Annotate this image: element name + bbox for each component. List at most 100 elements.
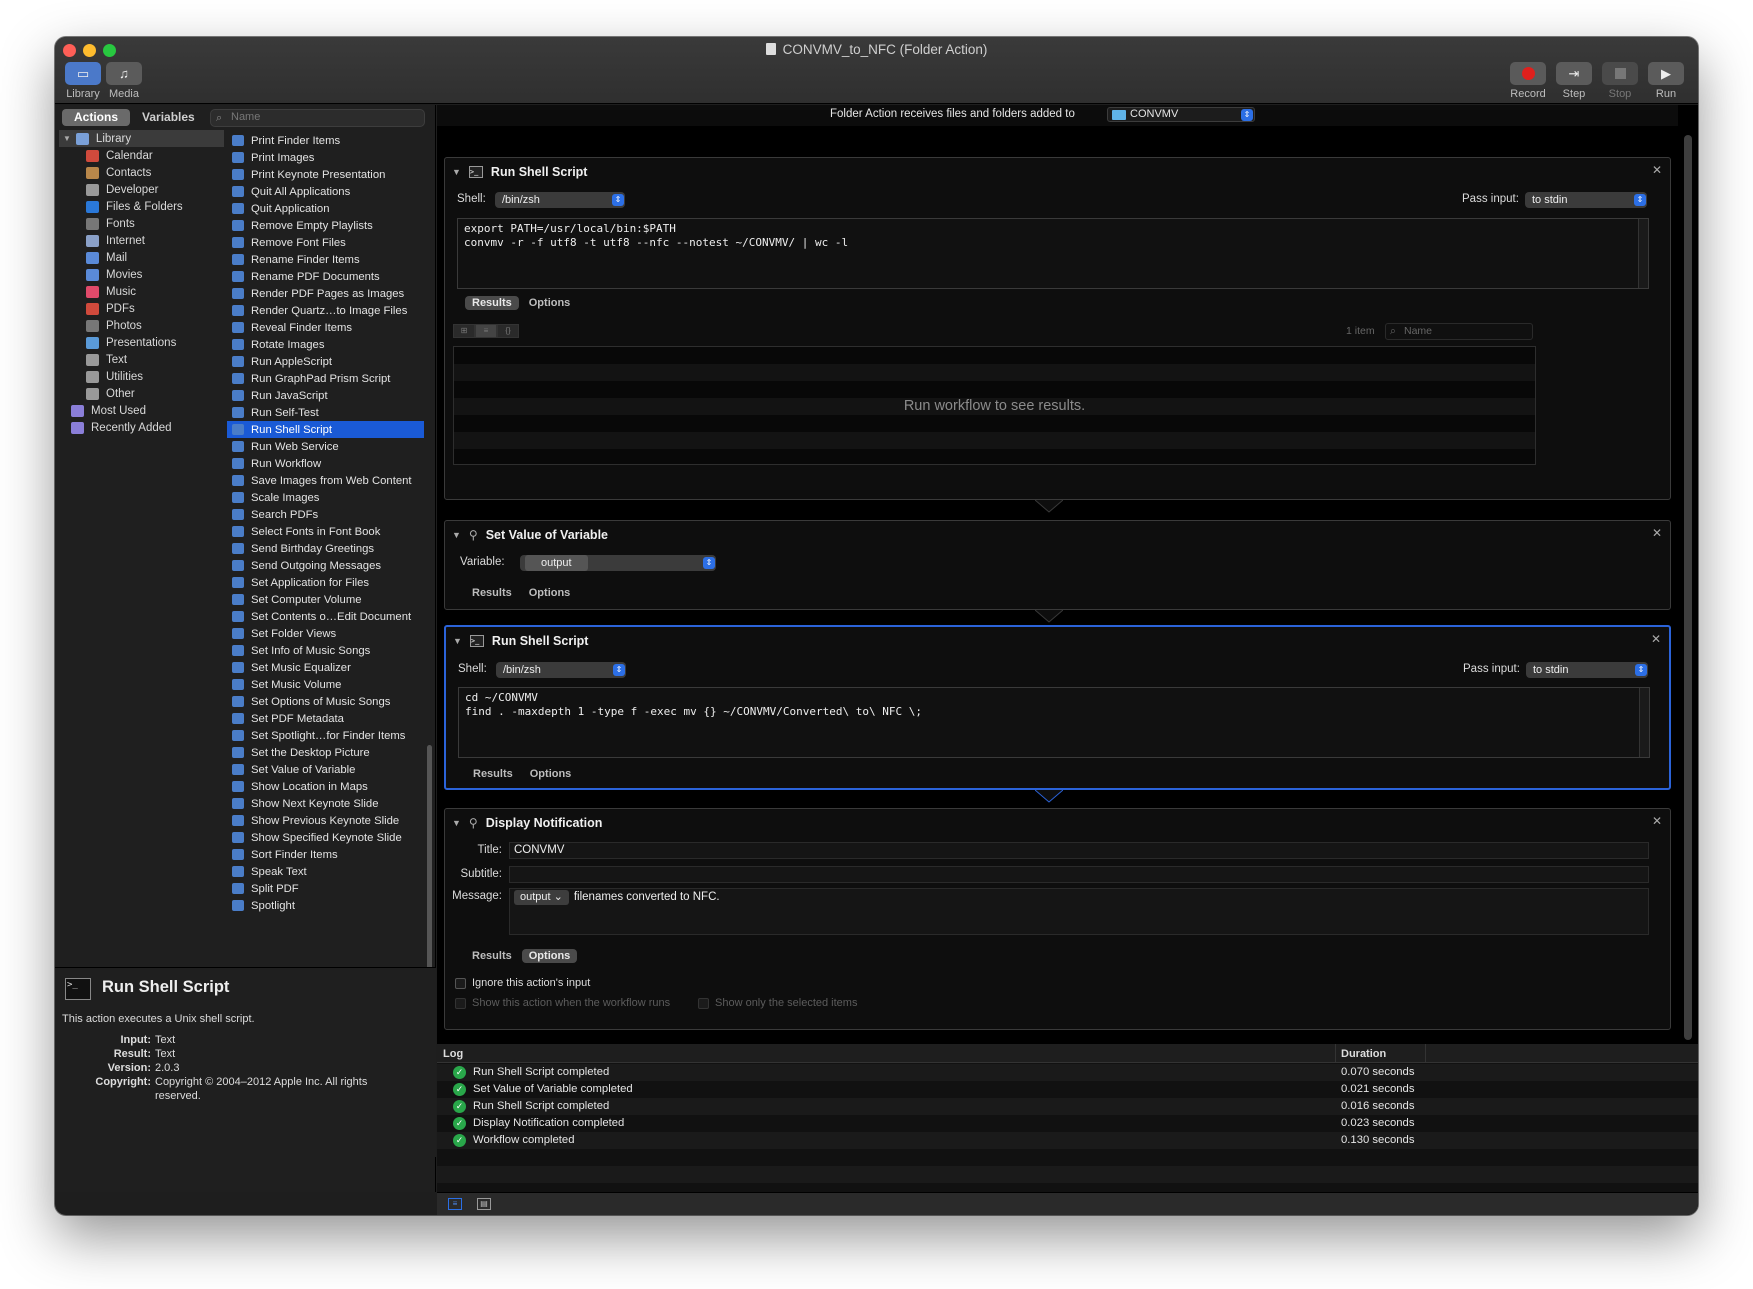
action-set-value-of-variable[interactable]: ▼ ⚲ Set Value of Variable ✕ Variable: outp…: [444, 520, 1671, 610]
action-list-item[interactable]: Save Images from Web Content: [227, 472, 424, 489]
message-variable-token[interactable]: output ⌄: [514, 890, 569, 905]
category-item[interactable]: Movies: [86, 266, 142, 283]
action-list-item[interactable]: Search PDFs: [227, 506, 424, 523]
action-list-item[interactable]: Set Value of Variable: [227, 761, 424, 778]
disclosure-triangle-icon[interactable]: ▼: [452, 167, 461, 177]
list-view-icon[interactable]: ≡: [475, 324, 497, 338]
script-editor[interactable]: export PATH=/usr/local/bin:$PATH convmv …: [457, 218, 1649, 289]
action-list-item[interactable]: Show Location in Maps: [227, 778, 424, 795]
close-icon[interactable]: ✕: [1652, 526, 1662, 540]
action-list-item[interactable]: Scale Images: [227, 489, 424, 506]
title-field[interactable]: CONVMV: [509, 842, 1649, 859]
tab-actions[interactable]: Actions: [62, 109, 131, 126]
tab-results[interactable]: Results: [465, 296, 519, 310]
library-search-input[interactable]: ⌕ Name: [210, 109, 425, 127]
action-list-item[interactable]: Quit Application: [227, 200, 424, 217]
action-list-item[interactable]: Print Finder Items: [227, 132, 424, 149]
action-list-item[interactable]: Sort Finder Items: [227, 846, 424, 863]
disclosure-triangle-icon[interactable]: ▼: [453, 636, 462, 646]
action-list-item[interactable]: Rename Finder Items: [227, 251, 424, 268]
shell-select[interactable]: /bin/zsh ⇕: [496, 662, 626, 678]
log-row[interactable]: ✓ Run Shell Script completed 0.016 seconds: [437, 1098, 1698, 1115]
tab-results[interactable]: Results: [465, 949, 519, 963]
category-item[interactable]: PDFs: [86, 300, 135, 317]
tab-options[interactable]: Options: [522, 586, 578, 600]
message-field[interactable]: output ⌄ filenames converted to NFC.: [509, 888, 1649, 935]
action-list-item[interactable]: Set PDF Metadata: [227, 710, 424, 727]
action-list-item[interactable]: Set Info of Music Songs: [227, 642, 424, 659]
subtitle-field[interactable]: [509, 866, 1649, 883]
action-list-item[interactable]: Run AppleScript: [227, 353, 424, 370]
results-search-input[interactable]: ⌕ Name: [1385, 323, 1533, 340]
action-list-item[interactable]: Run Workflow: [227, 455, 424, 472]
close-icon[interactable]: ✕: [1652, 814, 1662, 828]
log-row[interactable]: ✓ Run Shell Script completed 0.070 seconds: [437, 1064, 1698, 1081]
category-library[interactable]: ▼ Library: [59, 130, 224, 147]
disclosure-triangle-icon[interactable]: ▼: [63, 134, 71, 143]
action-list-item[interactable]: Run Self-Test: [227, 404, 424, 421]
action-list-item[interactable]: Show Next Keynote Slide: [227, 795, 424, 812]
action-list-item[interactable]: Set Application for Files: [227, 574, 424, 591]
smart-group-item[interactable]: Most Used: [71, 402, 146, 419]
action-list-item[interactable]: Set the Desktop Picture: [227, 744, 424, 761]
action-list-item[interactable]: Set Computer Volume: [227, 591, 424, 608]
run-button[interactable]: ▶ Run: [1645, 62, 1687, 100]
action-list-item[interactable]: Set Spotlight…for Finder Items: [227, 727, 424, 744]
workflow-scrollbar[interactable]: [1684, 135, 1692, 1040]
category-item[interactable]: Photos: [86, 317, 142, 334]
library-button[interactable]: ▭ Library: [63, 62, 103, 100]
script-scrollbar[interactable]: [1638, 219, 1648, 288]
action-list-item[interactable]: Set Music Equalizer: [227, 659, 424, 676]
stop-button[interactable]: Stop: [1599, 62, 1641, 100]
action-list-scrollbar[interactable]: [427, 745, 432, 975]
smart-group-item[interactable]: Recently Added: [71, 419, 172, 436]
action-list-item[interactable]: Split PDF: [227, 880, 424, 897]
media-button[interactable]: ♫ Media: [104, 62, 144, 100]
category-item[interactable]: Text: [86, 351, 127, 368]
action-list-item[interactable]: Show Previous Keynote Slide: [227, 812, 424, 829]
action-list-item[interactable]: Set Options of Music Songs: [227, 693, 424, 710]
category-item[interactable]: Developer: [86, 181, 158, 198]
script-editor[interactable]: cd ~/CONVMV find . -maxdepth 1 -type f -…: [458, 687, 1650, 758]
action-list-item[interactable]: Run Web Service: [227, 438, 424, 455]
action-list-item[interactable]: Rotate Images: [227, 336, 424, 353]
log-view-icon[interactable]: ▤: [477, 1198, 491, 1210]
duration-column-header[interactable]: Duration: [1341, 1048, 1386, 1060]
list-view-icon[interactable]: ≡: [448, 1198, 462, 1210]
tab-options[interactable]: Options: [522, 296, 578, 310]
category-item[interactable]: Utilities: [86, 368, 143, 385]
tab-options[interactable]: Options: [523, 767, 579, 781]
action-list-item[interactable]: Print Images: [227, 149, 424, 166]
tab-results[interactable]: Results: [465, 586, 519, 600]
step-button[interactable]: ⇥ Step: [1553, 62, 1595, 100]
action-list-item[interactable]: Remove Empty Playlists: [227, 217, 424, 234]
category-item[interactable]: Internet: [86, 232, 145, 249]
action-list-item[interactable]: Show Specified Keynote Slide: [227, 829, 424, 846]
tab-variables[interactable]: Variables: [130, 109, 207, 126]
category-item[interactable]: Music: [86, 283, 136, 300]
folder-select[interactable]: CONVMV ⇕: [1107, 107, 1255, 122]
action-list-item[interactable]: Rename PDF Documents: [227, 268, 424, 285]
log-column-header[interactable]: Log: [443, 1048, 463, 1060]
log-row[interactable]: ✓ Display Notification completed 0.023 sec…: [437, 1115, 1698, 1132]
disclosure-triangle-icon[interactable]: ▼: [452, 530, 461, 540]
category-item[interactable]: Fonts: [86, 215, 135, 232]
action-list-item[interactable]: Send Outgoing Messages: [227, 557, 424, 574]
action-list-item[interactable]: Quit All Applications: [227, 183, 424, 200]
action-display-notification[interactable]: ▼ ⚲ Display Notification ✕ Title: CONVMV S…: [444, 808, 1671, 1030]
category-item[interactable]: Presentations: [86, 334, 176, 351]
action-list-item[interactable]: Render Quartz…to Image Files: [227, 302, 424, 319]
action-list-item[interactable]: Remove Font Files: [227, 234, 424, 251]
variable-select[interactable]: output ⇕: [520, 555, 716, 571]
action-list-item[interactable]: Set Music Volume: [227, 676, 424, 693]
icon-view-icon[interactable]: ⊞: [453, 324, 475, 338]
category-item[interactable]: Mail: [86, 249, 127, 266]
action-run-shell-script-1[interactable]: ▼ >_ Run Shell Script ✕ Shell: /bin/zsh ⇕ P…: [444, 157, 1671, 500]
record-button[interactable]: Record: [1507, 62, 1549, 100]
action-list-item[interactable]: Speak Text: [227, 863, 424, 880]
json-view-icon[interactable]: {}: [497, 324, 519, 338]
disclosure-triangle-icon[interactable]: ▼: [452, 818, 461, 828]
action-list-item[interactable]: Print Keynote Presentation: [227, 166, 424, 183]
close-icon[interactable]: ✕: [1652, 163, 1662, 177]
category-item[interactable]: Calendar: [86, 147, 153, 164]
